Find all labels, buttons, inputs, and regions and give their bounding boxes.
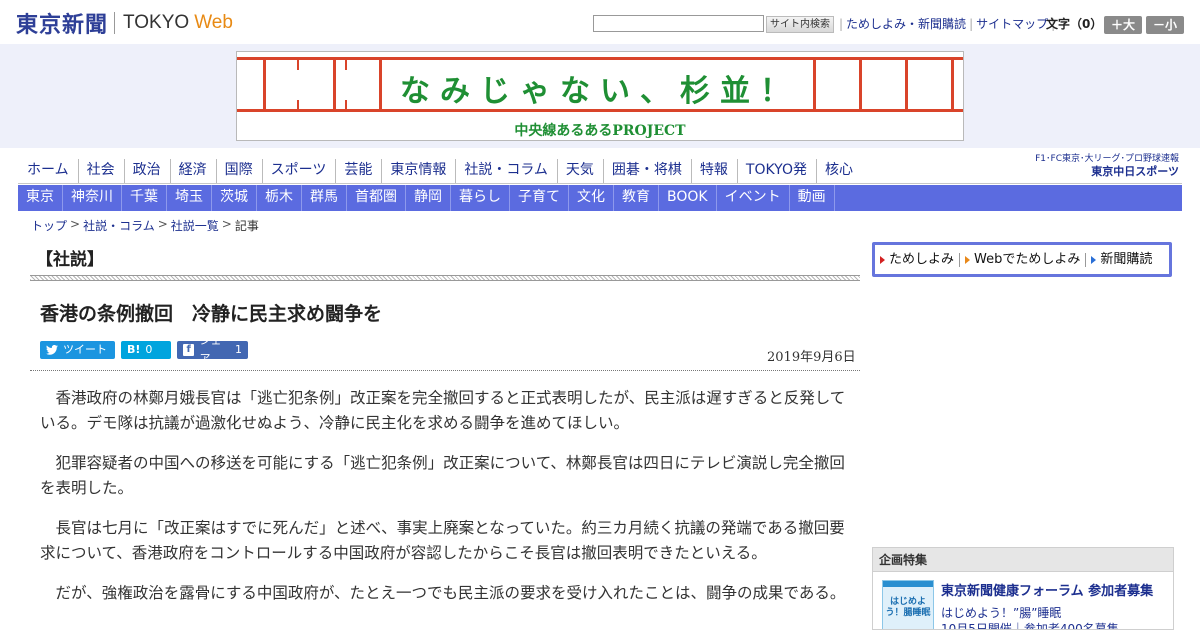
newspaper-subscribe-link[interactable]: 新聞購読	[1086, 252, 1157, 267]
main-nav: ホーム 社会 政治 経済 国際 スポーツ 芸能 東京情報 社説・コラム 天気 囲…	[18, 159, 862, 183]
subnav-item-ibaraki[interactable]: 茨城	[212, 185, 257, 211]
subnav-item-living[interactable]: 暮らし	[451, 185, 510, 211]
subnav-item-culture[interactable]: 文化	[569, 185, 614, 211]
arrow-icon	[1091, 255, 1097, 264]
hatena-count: 0	[145, 343, 153, 356]
tweet-button[interactable]: ツイート	[40, 341, 115, 359]
breadcrumb-top[interactable]: トップ	[31, 217, 67, 234]
article-paragraph: 犯罪容疑者の中国への移送を可能にする「逃亡犯条例」改正案について、林鄭長官は四日…	[40, 454, 845, 497]
site-header: 東京新聞 TOKYO Web サイト内検索 | ためしよみ・新聞購読 | サイト…	[0, 0, 1200, 44]
publish-date: 2019年9月6日	[767, 350, 856, 365]
web-trial-reading-link[interactable]: Webでためしよみ	[960, 252, 1087, 267]
feature-thumbnail[interactable]: はじめよう！腸睡眠	[882, 580, 934, 629]
subnav-item-kanagawa[interactable]: 神奈川	[63, 185, 122, 211]
share-label: シェア	[199, 334, 222, 365]
subscribe-link[interactable]: ためしよみ・新聞購読	[846, 16, 966, 32]
nav-item-tokuho[interactable]: 特報	[690, 159, 737, 183]
banner-title: なみじゃない、杉並！	[400, 74, 800, 109]
facebook-share-button[interactable]: f シェア 1	[177, 334, 248, 365]
sitemap-link[interactable]: サイトマップ	[976, 16, 1048, 32]
subnav-item-shutoken[interactable]: 首都圏	[347, 185, 406, 211]
article-body: 香港政府の林鄭月娥長官は「逃亡犯条例」改正案を完全撤回すると正式表明したが、民主…	[40, 386, 846, 621]
hatena-bookmark-button[interactable]: B! 0	[121, 341, 171, 359]
twitter-icon	[46, 345, 58, 355]
nav-item-society[interactable]: 社会	[77, 159, 124, 183]
article-headline: 香港の条例撤回 冷静に民主求め闘争を	[40, 303, 383, 325]
search-input[interactable]	[593, 15, 764, 32]
section-divider	[30, 275, 860, 281]
breadcrumb-current: 記事	[234, 219, 259, 233]
nav-item-home[interactable]: ホーム	[18, 159, 78, 183]
chunichi-logo: 東京中日スポーツ	[1091, 165, 1179, 178]
nav-item-entertainment[interactable]: 芸能	[335, 159, 381, 183]
subnav-item-tokyo[interactable]: 東京	[18, 185, 63, 211]
trial-reading-link[interactable]: ためしよみ	[875, 252, 961, 267]
search-button[interactable]: サイト内検索	[766, 16, 834, 33]
tweet-label: ツイート	[63, 343, 107, 356]
feature-title-link[interactable]: 東京新聞健康フォーラム 参加者募集	[941, 580, 1153, 599]
article-paragraph: 香港政府の林鄭月娥長官は「逃亡犯条例」改正案を完全撤回すると正式表明したが、民主…	[40, 389, 846, 432]
banner-subtitle: 中央線あるあるPROJECT	[514, 123, 686, 139]
nav-divider	[18, 183, 1182, 184]
nav-item-tokyo-info[interactable]: 東京情報	[381, 159, 455, 183]
chunichi-sports-link[interactable]: F1･FC東京･大リーグ･プロ野球速報 東京中日スポーツ	[1027, 154, 1179, 179]
share-count: 1	[235, 343, 242, 356]
article-paragraph: 長官は七月に「改正案はすでに死んだ」と述べ、事実上廃案となっていた。約三カ月続く…	[40, 519, 845, 562]
font-smaller-button[interactable]: －小	[1146, 16, 1184, 34]
subnav-item-tochigi[interactable]: 栃木	[257, 185, 302, 211]
logo-english: TOKYO	[123, 12, 190, 33]
subnav-item-video[interactable]: 動画	[790, 185, 835, 211]
feature-detail: 10月5日開催｜参加者400名募集	[941, 622, 1119, 630]
nav-item-editorial[interactable]: 社説・コラム	[455, 159, 557, 183]
subnav-item-saitama[interactable]: 埼玉	[167, 185, 212, 211]
site-logo[interactable]: 東京新聞 TOKYO Web	[16, 10, 233, 38]
article-divider	[30, 370, 860, 371]
subnav-item-event[interactable]: イベント	[717, 185, 790, 211]
nav-item-kakushin[interactable]: 核心	[815, 159, 862, 183]
subnav-item-chiba[interactable]: 千葉	[122, 185, 167, 211]
breadcrumb-editorial-list[interactable]: 社説一覧	[171, 217, 219, 234]
subscription-links-box: ためしよみ Webでためしよみ 新聞購読	[872, 242, 1172, 277]
subnav-item-gunma[interactable]: 群馬	[302, 185, 347, 211]
feature-subtitle: はじめよう！”腸”睡眠	[941, 606, 1062, 620]
font-larger-button[interactable]: ＋大	[1104, 16, 1142, 34]
arrow-icon	[965, 255, 971, 264]
nav-item-sports[interactable]: スポーツ	[261, 159, 336, 183]
nav-item-economy[interactable]: 経済	[169, 159, 216, 183]
feature-heading: 企画特集	[873, 548, 1173, 572]
nav-item-go-shogi[interactable]: 囲碁・将棋	[602, 159, 691, 183]
font-size-label: 文字（0）	[1046, 17, 1103, 31]
feature-thumbnail-text: はじめよう！腸睡眠	[885, 597, 931, 618]
feature-box: 企画特集 はじめよう！腸睡眠 東京新聞健康フォーラム 参加者募集 はじめよう！”…	[872, 547, 1174, 630]
facebook-icon: f	[183, 344, 195, 356]
breadcrumb: トップ > 社説・コラム > 社説一覧 > 記事	[31, 217, 259, 234]
nav-item-weather[interactable]: 天気	[556, 159, 603, 183]
nav-item-international[interactable]: 国際	[215, 159, 262, 183]
article-paragraph: だが、強権政治を露骨にする中国政府が、たとえ一つでも民主派の要求を受け入れたこと…	[55, 584, 846, 602]
sub-nav: 東京 神奈川 千葉 埼玉 茨城 栃木 群馬 首都圏 静岡 暮らし 子育て 文化 …	[18, 185, 1182, 211]
nav-item-tokyo-hatsu[interactable]: TOKYO発	[736, 159, 816, 183]
subnav-item-education[interactable]: 教育	[614, 185, 659, 211]
chunichi-tagline: F1･FC東京･大リーグ･プロ野球速報	[1035, 154, 1179, 164]
hatena-icon: B!	[127, 343, 141, 356]
section-label: 【社説】	[36, 250, 104, 270]
subnav-item-shizuoka[interactable]: 静岡	[406, 185, 451, 211]
logo-web: Web	[194, 12, 233, 33]
logo-japanese: 東京新聞	[16, 12, 109, 38]
utility-links: | ためしよみ・新聞購読 | サイトマップ |	[839, 16, 1056, 32]
breadcrumb-editorial[interactable]: 社説・コラム	[83, 217, 155, 234]
ad-banner[interactable]: なみじゃない、杉並！ 中央線あるあるPROJECT	[236, 51, 964, 141]
subnav-item-parenting[interactable]: 子育て	[510, 185, 569, 211]
logo-divider	[114, 12, 116, 34]
subnav-item-book[interactable]: BOOK	[659, 185, 717, 211]
nav-item-politics[interactable]: 政治	[123, 159, 170, 183]
arrow-icon	[880, 255, 885, 264]
